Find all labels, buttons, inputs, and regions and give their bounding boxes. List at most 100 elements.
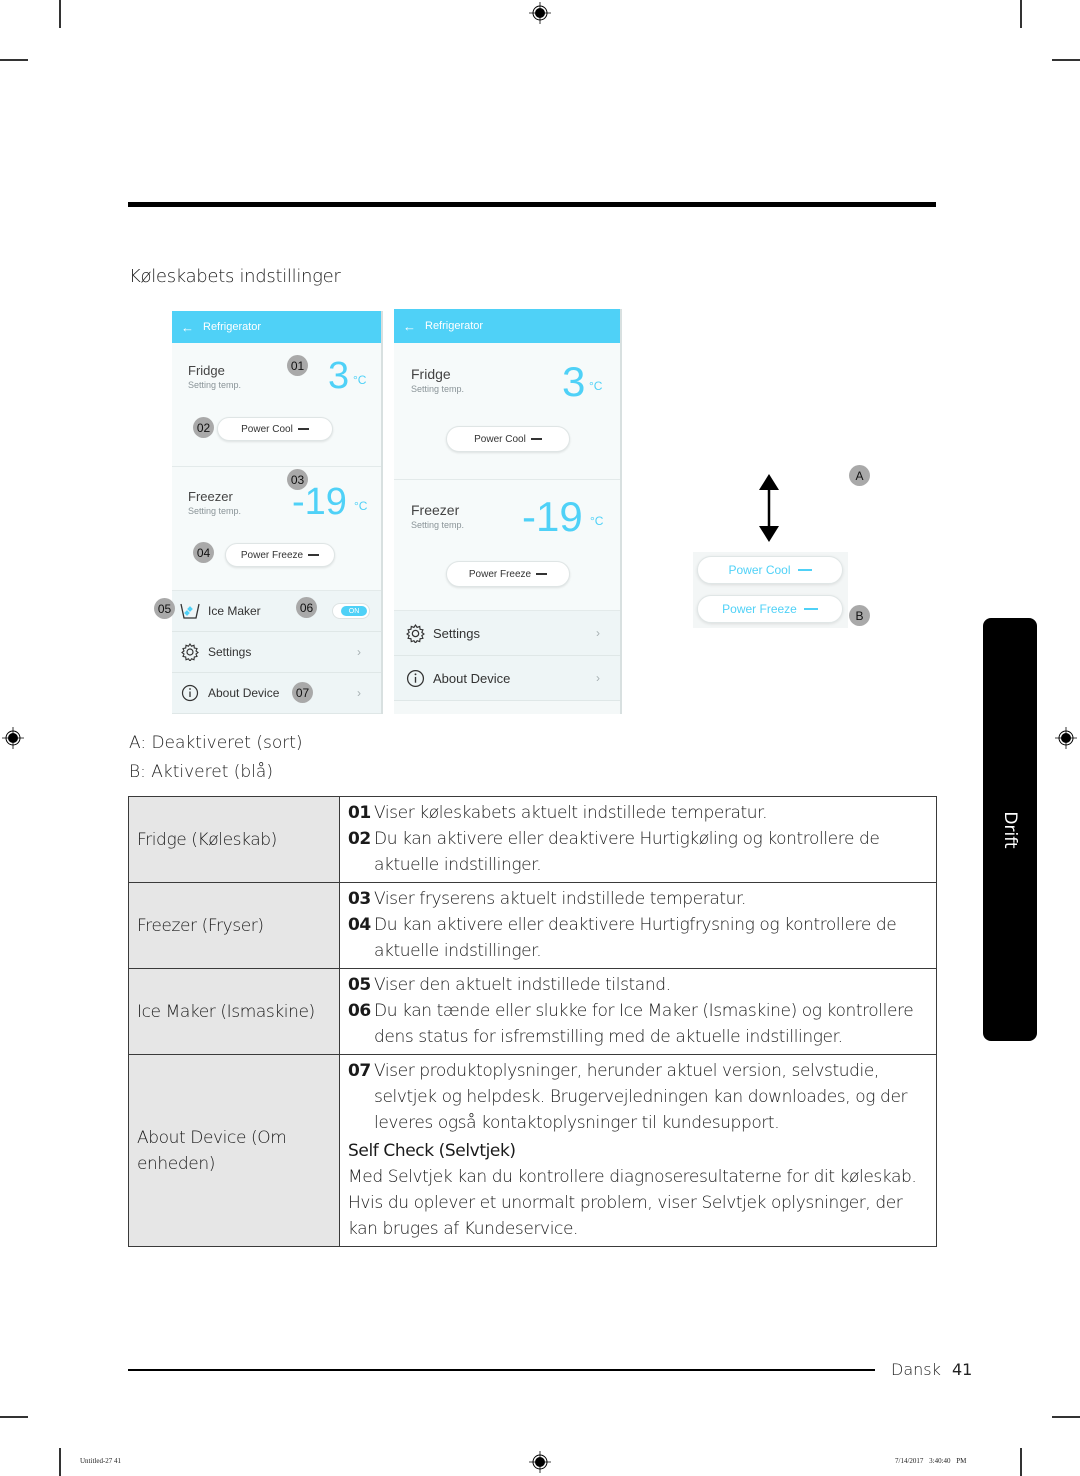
- dash-icon: [308, 554, 320, 556]
- power-freeze-button[interactable]: Power Freeze: [446, 561, 570, 587]
- fridge-section: Fridge Setting temp. 3 °C Power Cool: [394, 343, 620, 480]
- back-arrow-icon[interactable]: ←: [181, 320, 194, 335]
- table-row: Fridge (Køleskab) 01 Viser køleskabets ak…: [128, 796, 937, 883]
- double-arrow-icon: [759, 474, 779, 542]
- freezer-temp: -19 °C: [522, 493, 604, 540]
- page-number: 41: [952, 1360, 973, 1379]
- power-cool-button[interactable]: Power Cool: [446, 426, 570, 452]
- app-title: Refrigerator: [425, 320, 484, 332]
- settings-row[interactable]: Settings ›: [172, 632, 381, 673]
- about-device-row[interactable]: About Device ›: [394, 656, 620, 701]
- fridge-label: Fridge: [411, 366, 451, 382]
- fridge-temp: 3 °C: [562, 358, 603, 405]
- registration-mark-icon: [529, 2, 551, 24]
- power-cool-button[interactable]: Power Cool: [217, 417, 333, 441]
- app-title: Refrigerator: [203, 321, 262, 333]
- info-icon: [180, 683, 200, 703]
- crop-mark: [59, 0, 61, 28]
- crop-mark: [0, 1416, 28, 1418]
- dash-icon: [803, 608, 818, 610]
- ice-maker-label: Ice Maker: [208, 604, 261, 618]
- self-check-heading: Self Check (Selvtjek): [348, 1141, 516, 1161]
- about-device-label: About Device: [208, 686, 280, 700]
- callout-badge: 01: [287, 355, 308, 376]
- fridge-label: Fridge: [188, 363, 225, 378]
- top-rule: [128, 202, 936, 207]
- about-device-label: About Device: [433, 670, 511, 686]
- list-item: 05 Viser den aktuelt indstillede tilstand…: [348, 975, 671, 995]
- gear-icon: [405, 623, 425, 643]
- callout-badge: 02: [193, 417, 214, 438]
- footer-rule: [128, 1369, 875, 1371]
- power-freeze-active-button[interactable]: Power Freeze: [697, 595, 843, 623]
- row-label: Ice Maker (Ismaskine): [128, 968, 340, 1055]
- legend-a: A: Deaktiveret (sort): [129, 733, 303, 753]
- table-row: Freezer (Fryser) 03 Viser fryserens aktue…: [128, 882, 937, 969]
- crop-mark: [59, 1448, 61, 1476]
- crop-mark: [0, 59, 28, 61]
- freezer-section: Freezer Setting temp. -19 °C Power Freeze: [172, 467, 381, 591]
- table-row: About Device (Om enheden) 07 Viser produk…: [128, 1054, 937, 1247]
- row-description: 03 Viser fryserens aktuelt indstillede te…: [339, 882, 937, 969]
- freezer-sub: Setting temp.: [411, 520, 465, 530]
- callout-badge: 06: [296, 597, 317, 618]
- settings-label: Settings: [433, 625, 480, 641]
- power-cool-active-button[interactable]: Power Cool: [697, 556, 843, 584]
- footer-language: Dansk: [891, 1360, 941, 1379]
- app-header: ← Refrigerator: [172, 311, 381, 343]
- crop-mark: [1052, 59, 1080, 61]
- callout-badge: 04: [193, 542, 214, 563]
- chevron-right-icon: ›: [596, 626, 600, 640]
- chapter-tab: Drift: [983, 618, 1037, 1041]
- back-arrow-icon[interactable]: ←: [403, 319, 416, 334]
- registration-mark-icon: [529, 1451, 551, 1473]
- freezer-label: Freezer: [188, 489, 233, 504]
- print-file-info: Untitled-27 41: [80, 1457, 122, 1465]
- chevron-right-icon: ›: [357, 686, 361, 700]
- self-check-paragraph: Med Selvtjek kan du kontrollere diagnose…: [348, 1167, 917, 1239]
- row-description: 01 Viser køleskabets aktuelt indstillede …: [339, 796, 937, 883]
- list-item: 02 Du kan aktivere eller deaktivere Hurti…: [348, 829, 880, 875]
- callout-badge: 05: [154, 598, 175, 619]
- about-device-row[interactable]: About Device ›: [172, 673, 381, 714]
- registration-mark-icon: [2, 727, 24, 749]
- chevron-right-icon: ›: [596, 671, 600, 685]
- freezer-label: Freezer: [411, 502, 460, 518]
- state-badge-b: B: [849, 605, 870, 626]
- callout-badge: 03: [287, 469, 308, 490]
- callout-badge: 07: [292, 682, 313, 703]
- description-table: Fridge (Køleskab) 01 Viser køleskabets ak…: [128, 796, 937, 1247]
- fridge-sub: Setting temp.: [188, 380, 242, 390]
- power-freeze-button[interactable]: Power Freeze: [225, 543, 335, 567]
- gear-icon: [180, 642, 200, 662]
- table-row: Ice Maker (Ismaskine) 05 Viser den aktuel…: [128, 968, 937, 1055]
- row-description: 07 Viser produktoplysninger, herunder akt…: [339, 1054, 937, 1247]
- dash-icon: [297, 428, 309, 430]
- screen-right: ← Refrigerator Fridge Setting temp. 3 °C …: [394, 309, 622, 714]
- ice-maker-toggle[interactable]: ON: [332, 603, 370, 619]
- row-label: Fridge (Køleskab): [128, 796, 340, 883]
- dash-icon: [797, 569, 812, 571]
- ice-maker-row: Ice Maker ON: [172, 591, 381, 632]
- settings-label: Settings: [208, 645, 252, 659]
- app-header: ← Refrigerator: [394, 309, 620, 343]
- row-label: About Device (Om enheden): [128, 1054, 340, 1247]
- row-label: Freezer (Fryser): [128, 882, 340, 969]
- freezer-sub: Setting temp.: [188, 506, 242, 516]
- dash-icon: [536, 573, 548, 575]
- ice-maker-icon: [180, 601, 200, 621]
- list-item: 07 Viser produktoplysninger, herunder akt…: [348, 1061, 908, 1133]
- fridge-temp: 3 °C: [328, 355, 367, 397]
- section-title: Køleskabets indstillinger: [129, 266, 341, 287]
- row-description: 05 Viser den aktuelt indstillede tilstand…: [339, 968, 937, 1055]
- crop-mark: [1020, 1448, 1022, 1476]
- info-icon: [405, 668, 425, 688]
- print-timestamp: 7/14/2017 3:40:40 PM: [895, 1457, 967, 1465]
- list-item: 06 Du kan tænde eller slukke for Ice Make…: [348, 1001, 914, 1047]
- settings-row[interactable]: Settings ›: [394, 611, 620, 656]
- screen-left: ← Refrigerator Fridge Setting temp. 3 °C …: [172, 311, 383, 714]
- registration-mark-icon: [1055, 727, 1077, 749]
- fridge-sub: Setting temp.: [411, 384, 465, 394]
- legend-b: B: Aktiveret (blå): [129, 762, 273, 782]
- list-item: 04 Du kan aktivere eller deaktivere Hurti…: [348, 915, 897, 961]
